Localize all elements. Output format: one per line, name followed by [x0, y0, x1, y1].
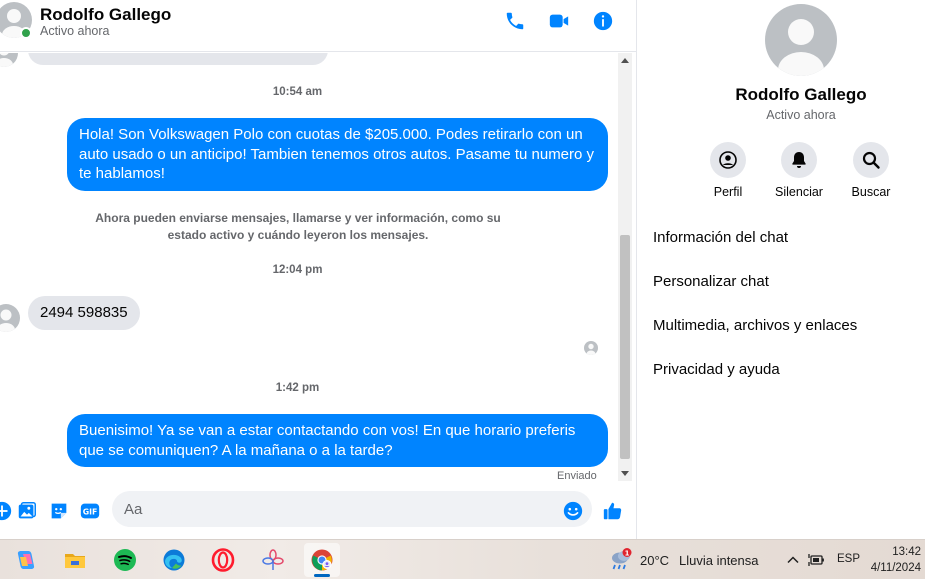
profile-button[interactable]: Perfil	[693, 142, 763, 199]
smiley-icon	[563, 501, 583, 521]
menu-chat-info[interactable]: Información del chat	[653, 229, 788, 246]
taskbar-spotify[interactable]	[107, 543, 143, 577]
menu-customize-chat[interactable]: Personalizar chat	[653, 273, 769, 290]
rain-cloud-icon: 1	[612, 548, 632, 570]
contact-name[interactable]: Rodolfo Gallego	[40, 5, 171, 25]
panel-contact-name: Rodolfo Gallego	[735, 85, 867, 104]
search-icon	[862, 151, 880, 169]
message-list[interactable]: 10:54 am Hola! Son Volkswagen Polo con c…	[0, 53, 618, 483]
folder-icon	[65, 554, 85, 568]
online-indicator	[20, 27, 32, 39]
image-icon	[18, 502, 36, 519]
opera-icon	[211, 548, 235, 572]
video-camera-icon	[549, 14, 569, 28]
message-bubble-incoming-cut[interactable]	[28, 53, 328, 65]
taskbar-file-explorer[interactable]	[57, 543, 93, 577]
profile-label: Perfil	[713, 185, 743, 199]
gif-button[interactable]: GIF	[78, 499, 102, 523]
clock-time: 13:42	[892, 546, 921, 558]
thumbs-up-icon	[603, 502, 622, 520]
send-like-button[interactable]	[601, 499, 625, 523]
bell-icon	[792, 152, 806, 168]
edge-icon	[163, 549, 185, 571]
weather-temperature[interactable]: 20°C	[640, 553, 669, 568]
windows-taskbar: 1 20°C Lluvia intensa ESP 13:42 4/11/202…	[0, 539, 925, 579]
message-bubble-outgoing[interactable]: Buenisimo! Ya se van a estar contactando…	[67, 414, 608, 467]
sent-status: Enviado	[557, 470, 597, 482]
search-label: Buscar	[851, 185, 891, 199]
search-in-chat-button[interactable]: Buscar	[836, 142, 906, 199]
chat-header: Rodolfo Gallego Activo ahora	[0, 0, 636, 52]
clock-date: 4/11/2024	[870, 562, 921, 574]
info-icon	[593, 11, 613, 31]
phone-icon	[506, 12, 524, 30]
taskbar-edge[interactable]	[156, 543, 192, 577]
message-bubble-incoming[interactable]: 2494 598835	[28, 296, 140, 330]
timestamp-separator: 10:54 am	[272, 86, 323, 98]
more-actions-button[interactable]	[0, 499, 14, 523]
copilot-icon	[17, 551, 35, 569]
system-notice: Ahora pueden enviarse mensajes, llamarse…	[95, 211, 501, 242]
contact-avatar-large[interactable]	[765, 4, 837, 76]
video-call-button[interactable]	[547, 9, 571, 33]
voice-call-button[interactable]	[503, 9, 527, 33]
mute-label: Silenciar	[775, 185, 823, 199]
contact-status: Activo ahora	[40, 24, 110, 38]
flower-app-icon	[262, 549, 284, 570]
menu-privacy-help[interactable]: Privacidad y ayuda	[653, 361, 780, 378]
messages-scrollbar[interactable]	[618, 53, 632, 481]
taskbar-opera[interactable]	[205, 543, 241, 577]
attach-image-button[interactable]	[15, 499, 39, 523]
gif-icon: GIF	[80, 503, 100, 519]
taskbar-app-flower[interactable]	[255, 543, 291, 577]
chrome-icon	[311, 549, 333, 571]
scroll-thumb[interactable]	[620, 235, 630, 459]
weather-widget[interactable]: 1	[609, 548, 635, 572]
clock[interactable]: 13:42 4/11/2024	[871, 544, 921, 576]
conversation-info-button[interactable]	[591, 9, 615, 33]
timestamp-separator: 12:04 pm	[272, 264, 323, 276]
menu-media-files-links[interactable]: Multimedia, archivos y enlaces	[653, 317, 857, 334]
sticker-icon	[51, 503, 67, 519]
mute-button[interactable]: Silenciar	[764, 142, 834, 199]
panel-contact-status: Activo ahora	[766, 108, 836, 122]
weather-description[interactable]: Lluvia intensa	[679, 553, 759, 568]
seen-indicator-avatar	[584, 341, 598, 355]
active-app-indicator	[314, 574, 330, 577]
input-language[interactable]: ESP	[837, 553, 860, 565]
svg-text:GIF: GIF	[83, 508, 98, 517]
message-composer: GIF	[0, 483, 636, 539]
scroll-down-arrow[interactable]	[621, 471, 629, 476]
chevron-up-icon	[787, 556, 799, 564]
tray-network-battery[interactable]	[808, 551, 826, 569]
message-input[interactable]	[112, 491, 592, 527]
timestamp-separator: 1:42 pm	[275, 382, 320, 394]
contact-avatar-small	[0, 53, 18, 67]
chat-details-panel: Rodolfo Gallego Activo ahora Perfil Sile…	[636, 0, 925, 539]
emoji-button[interactable]	[561, 499, 585, 523]
tray-overflow-button[interactable]	[786, 551, 800, 569]
sticker-button[interactable]	[47, 499, 71, 523]
message-bubble-outgoing[interactable]: Hola! Son Volkswagen Polo con cuotas de …	[67, 118, 608, 191]
spotify-icon	[114, 549, 136, 571]
profile-icon	[719, 151, 737, 169]
plus-circle-icon	[0, 501, 12, 521]
scroll-up-arrow[interactable]	[621, 58, 629, 63]
taskbar-chrome[interactable]	[304, 543, 340, 577]
contact-avatar-small	[0, 304, 20, 332]
battery-network-icon	[808, 554, 824, 566]
weather-alert-badge: 1	[625, 549, 630, 557]
taskbar-copilot[interactable]	[8, 543, 44, 577]
